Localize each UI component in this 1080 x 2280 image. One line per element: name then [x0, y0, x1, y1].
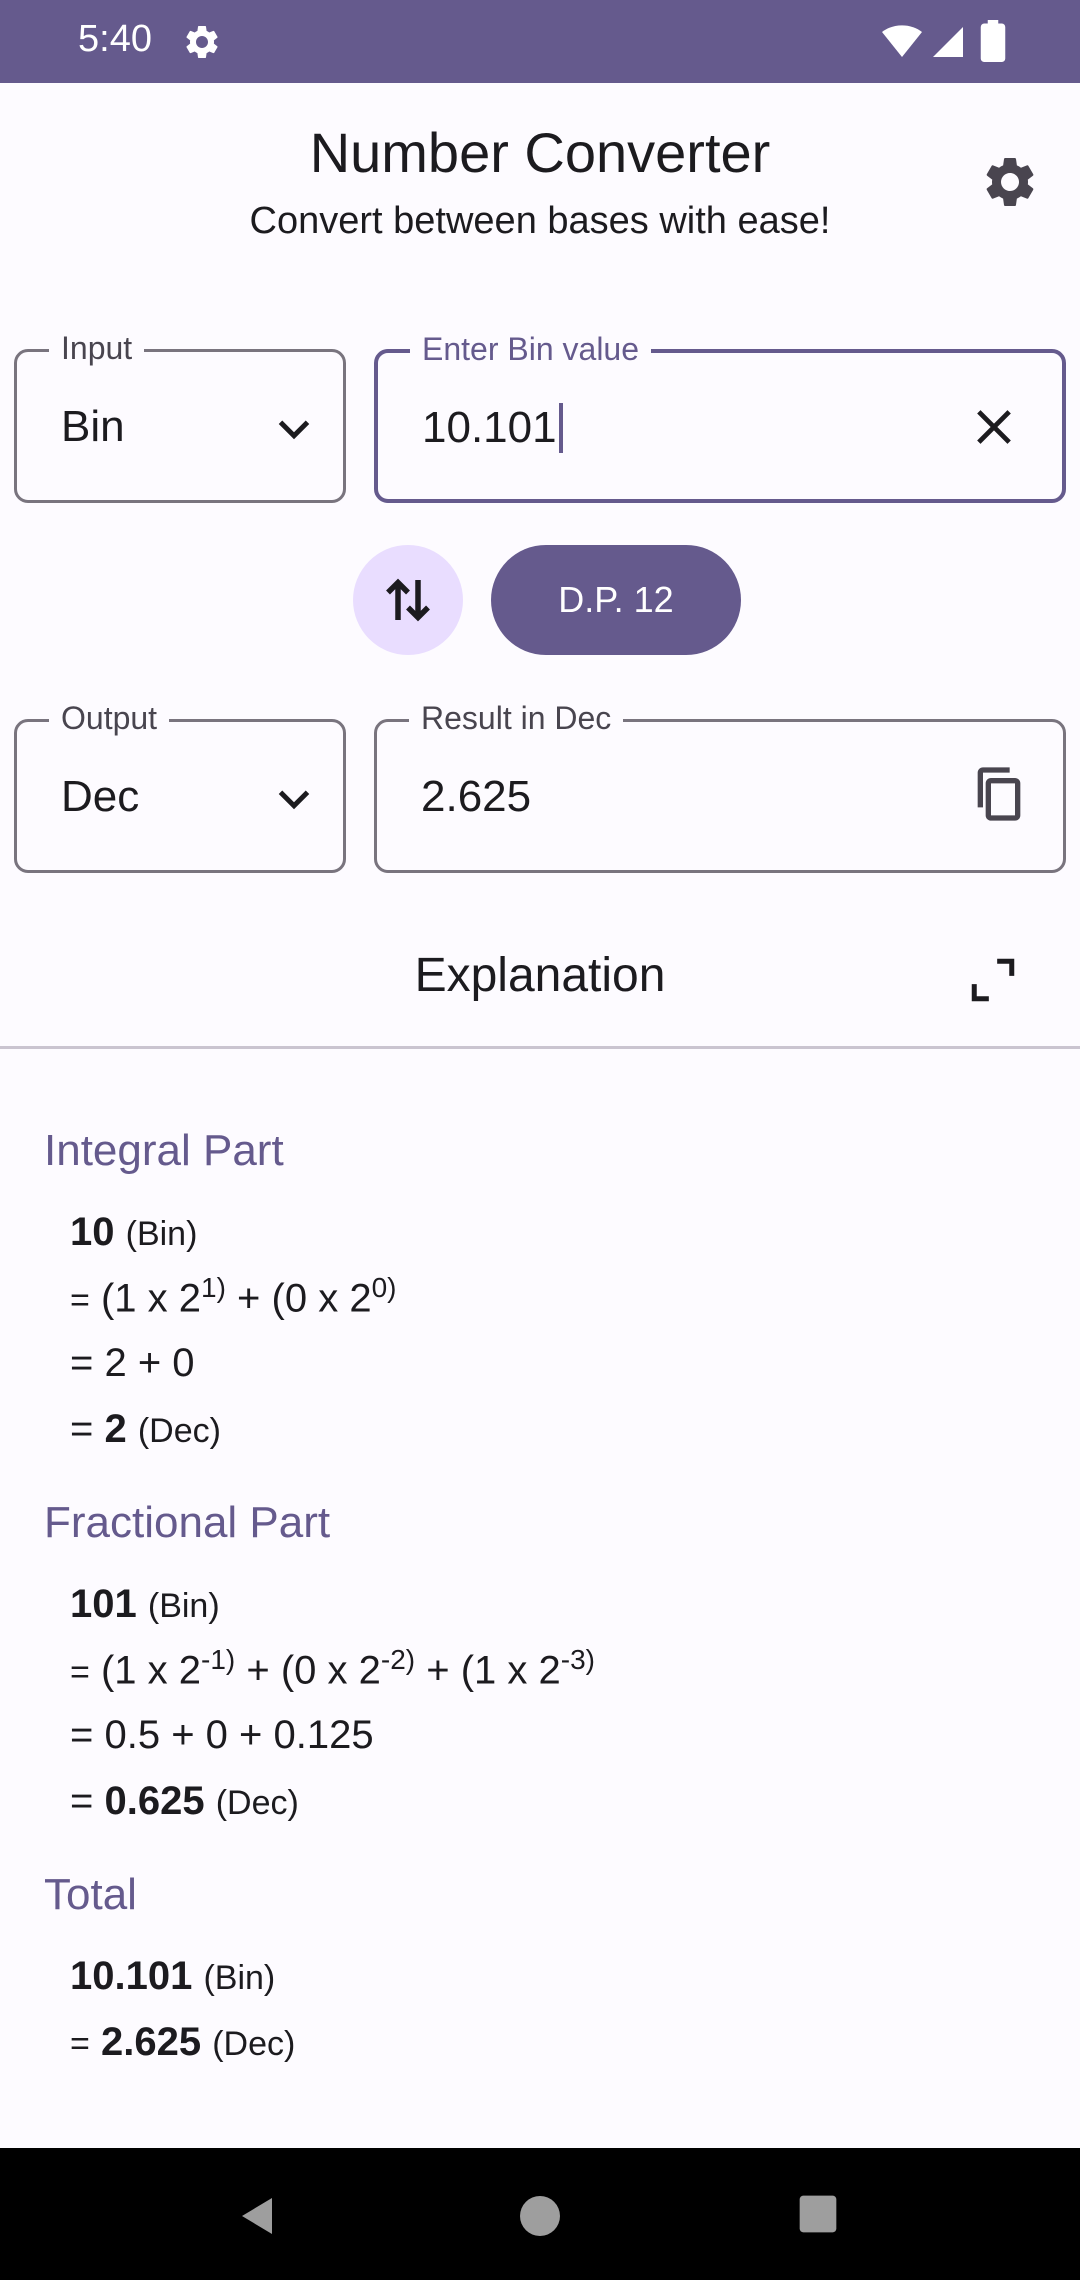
exponent: -3)	[560, 1644, 595, 1675]
input-value-label: Enter Bin value	[410, 331, 652, 368]
integral-dec-value: 2	[104, 1407, 127, 1451]
exponent: 1)	[201, 1272, 226, 1303]
integral-bin-value: 10	[70, 1210, 115, 1254]
back-icon[interactable]	[234, 2192, 282, 2240]
integral-line-1: 10 (Bin)	[70, 1210, 197, 1255]
total-bin-value: 10.101	[70, 1954, 193, 1998]
unit-label: (Bin)	[125, 1215, 198, 1253]
fractional-part-title: Fractional Part	[44, 1498, 331, 1547]
recents-icon[interactable]	[796, 2192, 840, 2236]
unit-label: (Bin)	[203, 1959, 276, 1997]
home-icon[interactable]	[516, 2192, 564, 2240]
fractional-line-1: 101 (Bin)	[70, 1582, 220, 1627]
input-value-text[interactable]: 10.101	[422, 403, 563, 453]
equals-sign: =	[70, 1407, 94, 1451]
result-label: Result in Dec	[409, 700, 624, 737]
navigation-bar	[0, 2148, 1080, 2280]
input-base-label: Input	[49, 330, 145, 367]
decimal-places-button[interactable]: D.P. 12	[491, 545, 741, 655]
wifi-icon	[882, 25, 922, 57]
settings-icon[interactable]	[980, 152, 1040, 212]
integral-part-title: Integral Part	[44, 1126, 284, 1175]
fractional-line-4: = 0.625 (Dec)	[70, 1779, 299, 1824]
unit-label: (Bin)	[147, 1587, 220, 1625]
close-icon[interactable]	[968, 401, 1020, 453]
unit-label: (Dec)	[212, 2025, 296, 2063]
equals-sign: =	[70, 1653, 90, 1692]
fractional-dec-value: 0.625	[104, 1779, 205, 1823]
swap-button[interactable]	[353, 545, 463, 655]
term: + (0 x 2	[225, 1276, 372, 1321]
integral-line-4: = 2 (Dec)	[70, 1407, 221, 1452]
exponent: -2)	[380, 1644, 416, 1675]
term: (1 x 2	[100, 1276, 202, 1321]
total-line-2: = 2.625 (Dec)	[70, 2020, 295, 2065]
status-time: 5:40	[78, 18, 152, 60]
result-field: Result in Dec 2.625	[374, 700, 1066, 873]
exponent: -1)	[201, 1644, 236, 1675]
expand-icon[interactable]	[968, 955, 1018, 1005]
battery-icon	[980, 20, 1006, 62]
copy-icon[interactable]	[967, 762, 1031, 826]
equals-sign: =	[70, 1281, 90, 1320]
term: + (1 x 2	[415, 1648, 561, 1693]
text-caret	[558, 403, 563, 453]
fractional-line-3: = 0.5 + 0 + 0.125	[70, 1713, 374, 1757]
chevron-down-icon[interactable]	[267, 402, 321, 456]
output-base-value: Dec	[61, 772, 140, 821]
divider	[0, 1046, 1080, 1049]
total-line-1: 10.101 (Bin)	[70, 1954, 275, 1999]
status-bar: 5:40	[0, 0, 1080, 83]
chevron-down-icon[interactable]	[267, 772, 321, 826]
total-dec-value: 2.625	[100, 2020, 202, 2064]
equals-sign: =	[70, 1779, 94, 1823]
input-base-dropdown[interactable]: Input Bin	[14, 330, 346, 503]
swap-icon	[386, 578, 430, 622]
result-value: 2.625	[421, 772, 532, 821]
input-base-value: Bin	[61, 402, 125, 451]
input-value: 10.101	[422, 403, 557, 452]
exponent: 0)	[371, 1272, 397, 1303]
settings-status-icon	[186, 25, 218, 58]
unit-label: (Dec)	[215, 1784, 299, 1822]
page-title: Number Converter	[309, 121, 771, 184]
unit-label: (Dec)	[137, 1412, 221, 1450]
output-base-dropdown[interactable]: Output Dec	[14, 700, 346, 873]
input-value-field[interactable]: Enter Bin value 10.101	[374, 331, 1066, 503]
equals-sign: =	[70, 2025, 90, 2063]
term: (1 x 2	[100, 1648, 202, 1693]
fractional-line-2: = (1 x 2-1) + (0 x 2-2) + (1 x 2-3)	[70, 1644, 595, 1693]
fractional-bin-value: 101	[70, 1582, 137, 1626]
integral-line-3: = 2 + 0	[70, 1341, 195, 1385]
signal-icon	[933, 27, 963, 57]
term: + (0 x 2	[235, 1648, 381, 1693]
integral-line-2: = (1 x 21) + (0 x 20)	[70, 1272, 396, 1321]
explanation-title: Explanation	[414, 949, 666, 1002]
output-base-label: Output	[49, 700, 170, 737]
page-subtitle: Convert between bases with ease!	[249, 200, 831, 242]
total-title: Total	[44, 1870, 137, 1919]
